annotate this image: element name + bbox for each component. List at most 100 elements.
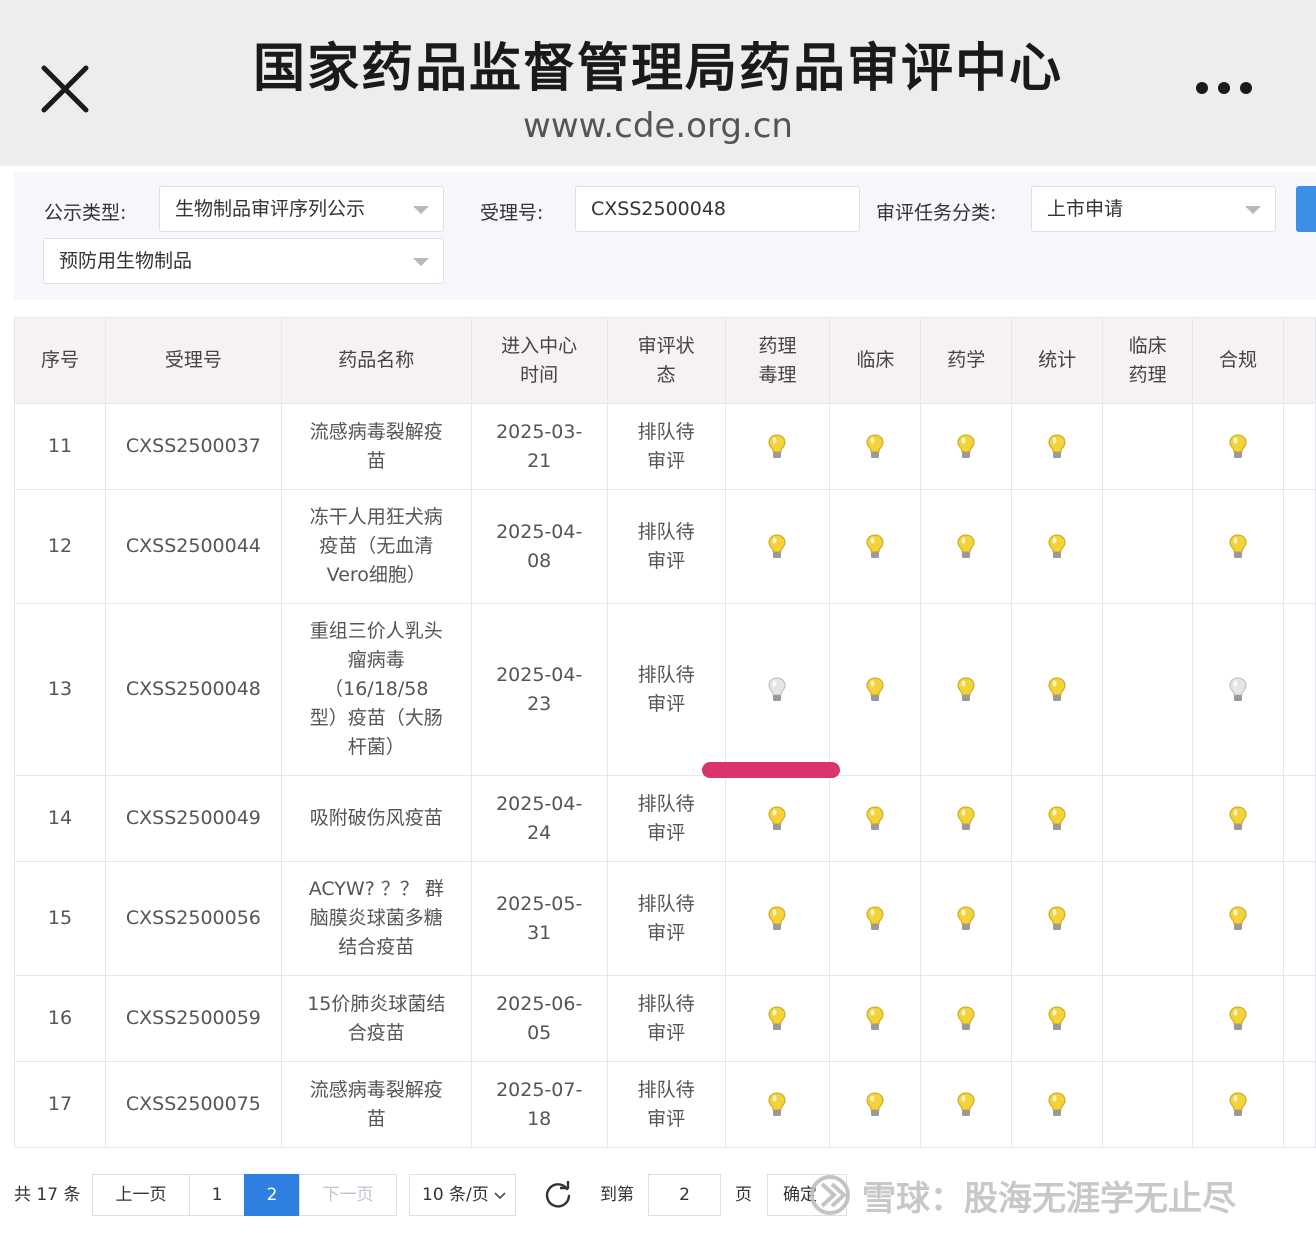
col-clinical-status xyxy=(829,861,922,976)
col-compliance-status xyxy=(1192,975,1284,1062)
search-button[interactable] xyxy=(1296,186,1316,232)
cell-line: 脑膜炎球菌多糖 xyxy=(309,907,443,929)
entry-date: 2025-06- 05 xyxy=(470,975,608,1062)
cell-line: 排队待 xyxy=(637,992,695,1015)
refresh-icon[interactable] xyxy=(543,1180,573,1210)
col-cmc-status xyxy=(920,489,1013,604)
table-row[interactable]: 14 CXSS2500049 吸附破伤风疫苗 2025-04- 24 排队待 审评 xyxy=(14,775,1316,862)
cell-line: 05 xyxy=(527,1021,552,1044)
lightbulb-on-icon xyxy=(1048,905,1066,930)
table-row[interactable]: 11 CXSS2500037 流感病毒裂解疫苗 2025-03- 21 排队待 审评 xyxy=(14,403,1316,490)
more-dots-icon[interactable] xyxy=(1190,62,1262,112)
cell-line: 08 xyxy=(527,549,552,572)
col-clinical-status xyxy=(829,403,922,490)
lightbulb-off-icon xyxy=(768,676,786,701)
cell-line: 2025-06- xyxy=(496,992,583,1015)
header-line: 时间 xyxy=(520,363,559,386)
table-row[interactable]: 16 CXSS2500059 15价肺炎球菌结 合疫苗 2025-06- 05 排队待 审评 xyxy=(14,975,1316,1062)
highlight-mark xyxy=(702,762,840,778)
task-category-select[interactable]: 上市申请 xyxy=(1031,186,1276,232)
announcement-type-select[interactable]: 生物制品审评序列公示 xyxy=(159,186,444,232)
col-stats-status xyxy=(1011,403,1104,490)
entry-date: 2025-07- 18 xyxy=(470,1061,608,1148)
acceptance-code[interactable]: CXSS2500048 xyxy=(104,603,282,776)
goto-page-input[interactable]: 2 xyxy=(648,1174,721,1216)
page-size-select[interactable]: 10 条/页 xyxy=(409,1174,516,1216)
review-status: 排队待 审评 xyxy=(606,489,726,604)
cell-line: Vero细胞） xyxy=(326,564,426,586)
chevron-down-icon xyxy=(413,206,429,214)
cell-line: 重组三价人乳头 xyxy=(309,620,443,642)
acceptance-code[interactable]: CXSS2500056 xyxy=(104,861,282,976)
drug-name: 流感病毒裂解疫苗 xyxy=(280,403,472,490)
cell-line: 排队待 xyxy=(637,1078,695,1101)
cell-line: 合疫苗 xyxy=(347,1021,405,1044)
acceptance-code[interactable]: CXSS2500059 xyxy=(104,975,282,1062)
col-stats-status xyxy=(1011,975,1104,1062)
prev-page-button[interactable]: 上一页 xyxy=(92,1174,190,1216)
header-col-clinpharm: 临床 药理 xyxy=(1102,317,1194,404)
col-clinical-status xyxy=(829,775,922,862)
lightbulb-on-icon xyxy=(866,676,884,701)
col-pharm-status xyxy=(724,861,831,976)
chevron-down-icon xyxy=(413,258,429,266)
overflow-cell xyxy=(1282,1061,1316,1148)
header-line: 临床 xyxy=(1128,334,1167,357)
lightbulb-on-icon xyxy=(1048,1091,1066,1116)
header-line: 进入中心 xyxy=(501,334,578,357)
watermark: 雪球：股海无涯学无止尽 xyxy=(806,1170,1236,1220)
header-col-code: 受理号 xyxy=(104,317,282,404)
col-cmc-status xyxy=(920,603,1013,776)
table-row[interactable]: 12 CXSS2500044 冻干人用狂犬病 疫苗（无血清 Vero细胞） 2025-04… xyxy=(14,489,1316,604)
lightbulb-on-icon xyxy=(957,805,975,830)
cell-line: 审评 xyxy=(647,449,686,472)
col-clinical-status xyxy=(829,489,922,604)
row-number: 15 xyxy=(14,861,106,976)
lightbulb-on-icon xyxy=(768,533,786,558)
col-clinpharm-status xyxy=(1102,403,1194,490)
header-col-name: 药品名称 xyxy=(280,317,472,404)
table-row[interactable]: 17 CXSS2500075 流感病毒裂解疫苗 2025-07- 18 排队待 审评 xyxy=(14,1061,1316,1148)
snowball-logo-icon xyxy=(810,1175,850,1215)
cell-line: 杆菌） xyxy=(347,736,405,758)
acceptance-code[interactable]: CXSS2500049 xyxy=(104,775,282,862)
cell-line: 排队待 xyxy=(637,792,695,815)
table-row[interactable]: 15 CXSS2500056 ACYW? ？？ 群脑膜炎球菌多糖 结合疫苗 2025-0… xyxy=(14,861,1316,976)
col-pharm-status xyxy=(724,489,831,604)
entry-date: 2025-05- 31 xyxy=(470,861,608,976)
lightbulb-on-icon xyxy=(1048,805,1066,830)
lightbulb-on-icon xyxy=(866,433,884,458)
acceptance-code[interactable]: CXSS2500044 xyxy=(104,489,282,604)
acceptance-no-input[interactable]: CXSS2500048 xyxy=(575,186,860,232)
product-class-select[interactable]: 预防用生物制品 xyxy=(43,238,444,284)
task-category-label: 审评任务分类: xyxy=(876,202,997,224)
col-compliance-status xyxy=(1192,403,1284,490)
lightbulb-on-icon xyxy=(768,1005,786,1030)
cell-line: 排队待 xyxy=(637,892,695,915)
col-stats-status xyxy=(1011,861,1104,976)
overflow-cell xyxy=(1282,489,1316,604)
table-row[interactable]: 13 CXSS2500048 重组三价人乳头 瘤病毒 （16/18/58 型）疫苗（大肠杆… xyxy=(14,603,1316,776)
cell-line: 审评 xyxy=(647,921,686,944)
col-clinpharm-status xyxy=(1102,775,1194,862)
drug-name: 吸附破伤风疫苗 xyxy=(280,775,472,862)
row-number: 17 xyxy=(14,1061,106,1148)
lightbulb-on-icon xyxy=(1229,1091,1247,1116)
cell-line: 2025-04- xyxy=(496,663,583,686)
next-page-button[interactable]: 下一页 xyxy=(299,1174,397,1216)
lightbulb-on-icon xyxy=(866,905,884,930)
col-stats-status xyxy=(1011,489,1104,604)
overflow-cell xyxy=(1282,861,1316,976)
drug-name: 重组三价人乳头 瘤病毒 （16/18/58 型）疫苗（大肠 杆菌） xyxy=(280,603,472,776)
page-1-button[interactable]: 1 xyxy=(189,1174,245,1216)
results-table: 序号 受理号 药品名称 进入中心 时间 审评状态药理 毒理 临床 药学 统计 临床 药理 合规 11 CX… xyxy=(14,317,1316,1148)
acceptance-code[interactable]: CXSS2500075 xyxy=(104,1061,282,1148)
col-cmc-status xyxy=(920,1061,1013,1148)
col-clinical-status xyxy=(829,603,922,776)
lightbulb-on-icon xyxy=(957,1091,975,1116)
acceptance-code[interactable]: CXSS2500037 xyxy=(104,403,282,490)
col-cmc-status xyxy=(920,403,1013,490)
drug-name: ACYW? ？？ 群脑膜炎球菌多糖 结合疫苗 xyxy=(280,861,472,976)
page-2-button[interactable]: 2 xyxy=(244,1174,300,1216)
cell-line: 18 xyxy=(527,1107,552,1130)
